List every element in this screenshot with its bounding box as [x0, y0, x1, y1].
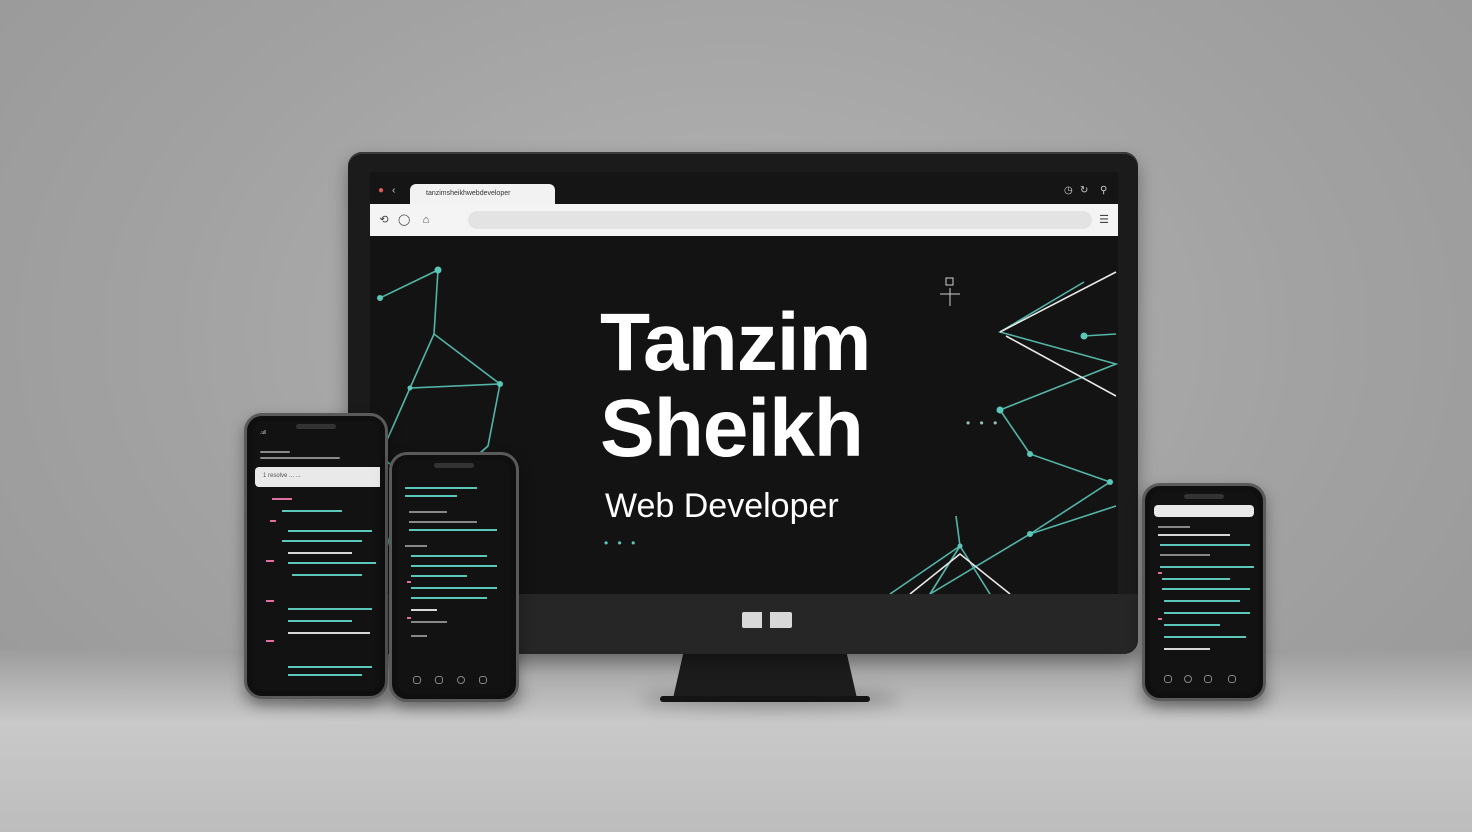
nav-home-icon[interactable] [1184, 675, 1192, 683]
back-icon[interactable]: ‹ [392, 186, 402, 196]
phone-notch [434, 463, 474, 468]
home-button-icon[interactable]: ⌂ [420, 214, 432, 226]
phone-screen [1150, 491, 1258, 693]
monitor-stand [660, 650, 870, 702]
nav-home-icon[interactable] [435, 676, 443, 684]
phone-screen: .ull 1 resolve ... ... [252, 421, 380, 691]
decorative-dots: • • • [966, 416, 1001, 430]
hero-name-line2: Sheikh [600, 383, 864, 474]
code-line [260, 457, 340, 459]
status-signal: .ull [260, 430, 267, 436]
phone-left: .ull 1 resolve ... ... [244, 413, 388, 699]
extension-icon[interactable]: ⚲ [1100, 186, 1110, 196]
history-icon[interactable]: ◷ [1064, 186, 1074, 196]
search-text: 1 resolve ... ... [263, 473, 301, 479]
nav-menu-icon[interactable] [479, 676, 487, 684]
tab-portfolio[interactable]: tanzimsheikhwebdeveloper [410, 184, 555, 204]
nav-back-icon[interactable] [413, 676, 421, 684]
menu-icon[interactable]: ☰ [1098, 214, 1110, 226]
nav-search-icon[interactable] [1204, 675, 1212, 683]
tab-title: tanzimsheikhwebdeveloper [426, 190, 511, 197]
phone-nav-bar [397, 676, 511, 686]
browser-toolbar: ⟲ ◯ ⌂ ☰ [370, 204, 1118, 236]
close-dot-icon[interactable]: ● [378, 186, 388, 196]
phone-search-bar[interactable]: 1 resolve ... ... [255, 467, 380, 487]
code-editor [266, 498, 376, 676]
back-button-icon[interactable]: ⟲ [378, 214, 390, 226]
nav-back-icon[interactable] [1164, 675, 1172, 683]
nav-menu-icon[interactable] [1228, 675, 1236, 683]
decorative-dots: • • • [604, 536, 639, 550]
code-line [260, 451, 290, 453]
forward-button-icon[interactable]: ◯ [398, 214, 410, 226]
phone-address-bar[interactable] [1154, 505, 1254, 517]
phone-middle [389, 452, 519, 702]
code-editor [405, 487, 497, 637]
phone-nav-bar [1150, 675, 1258, 685]
address-bar[interactable] [468, 211, 1092, 229]
phone-right [1142, 483, 1266, 701]
brand-logo [742, 612, 792, 628]
phone-screen [397, 460, 511, 694]
nav-search-icon[interactable] [457, 676, 465, 684]
phone-notch [296, 424, 336, 429]
refresh-icon[interactable]: ↻ [1080, 186, 1090, 196]
hero-name-line1: Tanzim [600, 297, 871, 388]
tab-bar: ● ‹ tanzimsheikhwebdeveloper ◷ ↻ ⚲ [370, 172, 1118, 204]
code-editor [1158, 526, 1254, 650]
hero-name: Tanzim Sheikh [600, 297, 871, 474]
phone-notch [1184, 494, 1224, 499]
hero-role: Web Developer [605, 487, 839, 525]
